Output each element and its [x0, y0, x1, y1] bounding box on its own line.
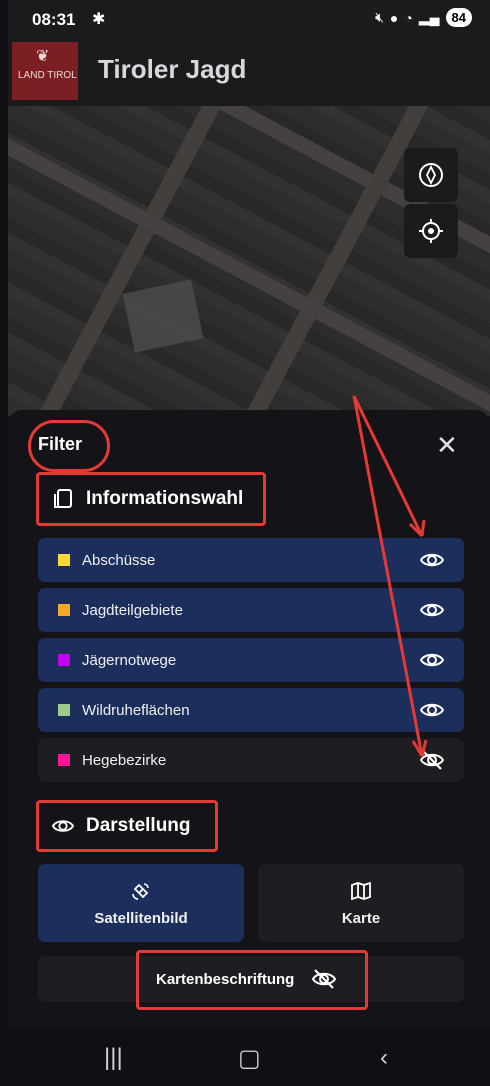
- status-time: 08:31: [32, 10, 76, 29]
- layer-row-wildruheflaechen[interactable]: Wildruheflächen: [38, 688, 464, 732]
- layer-label: Jagdteilgebiete: [82, 601, 183, 619]
- battery-badge: 84: [445, 8, 472, 27]
- satellite-mode-label: Satellitenbild: [94, 909, 188, 927]
- filter-sheet: Filter ✕ Informationswahl Abschüsse Jagd…: [8, 410, 490, 1030]
- layer-label: Jägernotwege: [82, 651, 177, 669]
- mute-icon: 🔇︎: [375, 9, 384, 25]
- color-swatch: [58, 654, 70, 666]
- annotation-circle: [28, 420, 110, 472]
- layers-icon: [54, 489, 72, 508]
- home-button[interactable]: ▢: [238, 1044, 261, 1073]
- map-icon: [351, 881, 371, 900]
- eye-icon: [52, 820, 74, 832]
- signal-icon: ▂▄: [418, 9, 440, 25]
- gear-icon: ✱: [92, 11, 106, 28]
- map-mode-label: Karte: [341, 909, 381, 927]
- eye-icon[interactable]: [420, 599, 444, 621]
- locate-button[interactable]: [404, 204, 458, 258]
- eye-icon[interactable]: [420, 699, 444, 721]
- satellite-map[interactable]: [8, 106, 490, 416]
- eagle-crest-icon: ❦: [36, 48, 50, 65]
- satellite-icon: [132, 882, 149, 900]
- eye-off-icon[interactable]: [420, 749, 444, 771]
- app-screen: 08:31 ✱ 🔇︎ ● ◔ ▂▄ 84 ❦ LAND TIROL Tirole…: [8, 0, 490, 1086]
- information-section-title: Informationswahl: [86, 488, 244, 509]
- land-tirol-logo: ❦ LAND TIROL: [12, 42, 78, 100]
- display-section-header: Darstellung: [52, 815, 191, 837]
- map-mode-button[interactable]: Karte: [258, 864, 464, 942]
- satellite-mode-button[interactable]: Satellitenbild: [38, 864, 244, 942]
- locate-icon: [419, 219, 443, 243]
- recents-button[interactable]: |||: [104, 1044, 123, 1072]
- compass-icon: [419, 163, 443, 187]
- layer-label: Abschüsse: [82, 551, 156, 569]
- eye-icon[interactable]: [420, 649, 444, 671]
- app-title: Tiroler Jagd: [98, 54, 247, 84]
- annotation-box: [136, 950, 368, 1010]
- color-swatch: [58, 754, 70, 766]
- information-section-header: Informationswahl: [52, 488, 243, 510]
- layer-row-hegebezirke[interactable]: Hegebezirke: [38, 738, 464, 782]
- color-swatch: [58, 554, 70, 566]
- layer-row-jaegernotwege[interactable]: Jägernotwege: [38, 638, 464, 682]
- system-nav-bar: ||| ▢ ‹: [8, 1030, 490, 1086]
- display-section-title: Darstellung: [86, 815, 191, 836]
- close-icon[interactable]: ✕: [436, 430, 458, 461]
- logo-text: LAND TIROL: [18, 70, 77, 81]
- layer-row-jagdteilgebiete[interactable]: Jagdteilgebiete: [38, 588, 464, 632]
- layer-row-abschuesse[interactable]: Abschüsse: [38, 538, 464, 582]
- color-swatch: [58, 704, 70, 716]
- color-swatch: [58, 604, 70, 616]
- status-bar: 08:31 ✱ 🔇︎ ● ◔ ▂▄ 84: [8, 0, 490, 36]
- back-button[interactable]: ‹: [380, 1044, 388, 1072]
- compass-button[interactable]: [404, 148, 458, 202]
- wifi-icon: ◔: [404, 9, 413, 26]
- status-icons: 🔇︎ ● ◔ ▂▄ 84: [375, 8, 472, 27]
- eye-icon[interactable]: [420, 549, 444, 571]
- layer-label: Wildruheflächen: [82, 701, 190, 719]
- location-icon: ●: [389, 9, 399, 26]
- app-bar: ❦ LAND TIROL Tiroler Jagd: [8, 36, 490, 106]
- layer-label: Hegebezirke: [82, 751, 167, 769]
